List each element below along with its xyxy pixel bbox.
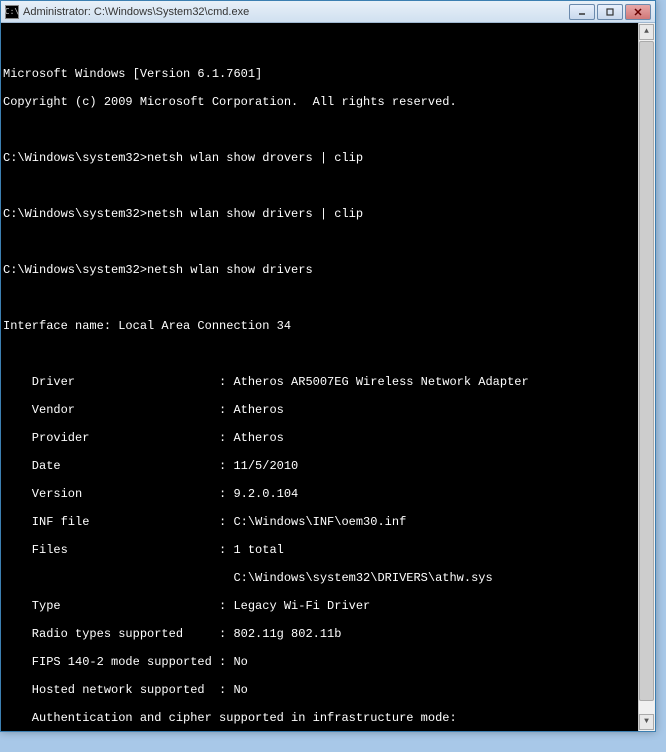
minimize-button[interactable] [569, 4, 595, 20]
field-version: Version : 9.2.0.104 [3, 487, 635, 501]
cmd-window: C:\ Administrator: C:\Windows\System32\c… [0, 0, 656, 732]
field-files-2: C:\Windows\system32\DRIVERS\athw.sys [3, 571, 635, 585]
field-radio: Radio types supported : 802.11g 802.11b [3, 627, 635, 641]
header-line-1: Microsoft Windows [Version 6.1.7601] [3, 67, 635, 81]
field-hosted: Hosted network supported : No [3, 683, 635, 697]
close-button[interactable] [625, 4, 651, 20]
field-provider: Provider : Atheros [3, 431, 635, 445]
field-type: Type : Legacy Wi-Fi Driver [3, 599, 635, 613]
auth-infra-header: Authentication and cipher supported in i… [3, 711, 635, 725]
header-line-2: Copyright (c) 2009 Microsoft Corporation… [3, 95, 635, 109]
scroll-down-button[interactable]: ▼ [639, 714, 654, 730]
terminal-content: Microsoft Windows [Version 6.1.7601] Cop… [3, 53, 653, 731]
scroll-thumb[interactable] [639, 41, 654, 701]
close-icon [633, 7, 643, 17]
maximize-button[interactable] [597, 4, 623, 20]
prompt-1: C:\Windows\system32>netsh wlan show drov… [3, 151, 635, 165]
blank [3, 347, 635, 361]
interface-name: Interface name: Local Area Connection 34 [3, 319, 635, 333]
field-inf: INF file : C:\Windows\INF\oem30.inf [3, 515, 635, 529]
blank [3, 123, 635, 137]
prompt-3: C:\Windows\system32>netsh wlan show driv… [3, 263, 635, 277]
field-date: Date : 11/5/2010 [3, 459, 635, 473]
scroll-up-button[interactable]: ▲ [639, 24, 654, 40]
vertical-scrollbar[interactable]: ▲ ▼ [638, 23, 655, 731]
window-controls [569, 4, 651, 20]
prompt-2: C:\Windows\system32>netsh wlan show driv… [3, 207, 635, 221]
field-files: Files : 1 total [3, 543, 635, 557]
blank [3, 179, 635, 193]
minimize-icon [577, 7, 587, 17]
field-driver: Driver : Atheros AR5007EG Wireless Netwo… [3, 375, 635, 389]
maximize-icon [605, 7, 615, 17]
blank [3, 235, 635, 249]
titlebar[interactable]: C:\ Administrator: C:\Windows\System32\c… [1, 1, 655, 23]
window-title: Administrator: C:\Windows\System32\cmd.e… [23, 6, 569, 18]
blank [3, 291, 635, 305]
field-fips: FIPS 140-2 mode supported : No [3, 655, 635, 669]
app-icon: C:\ [5, 5, 19, 19]
terminal[interactable]: Microsoft Windows [Version 6.1.7601] Cop… [1, 23, 655, 731]
field-vendor: Vendor : Atheros [3, 403, 635, 417]
